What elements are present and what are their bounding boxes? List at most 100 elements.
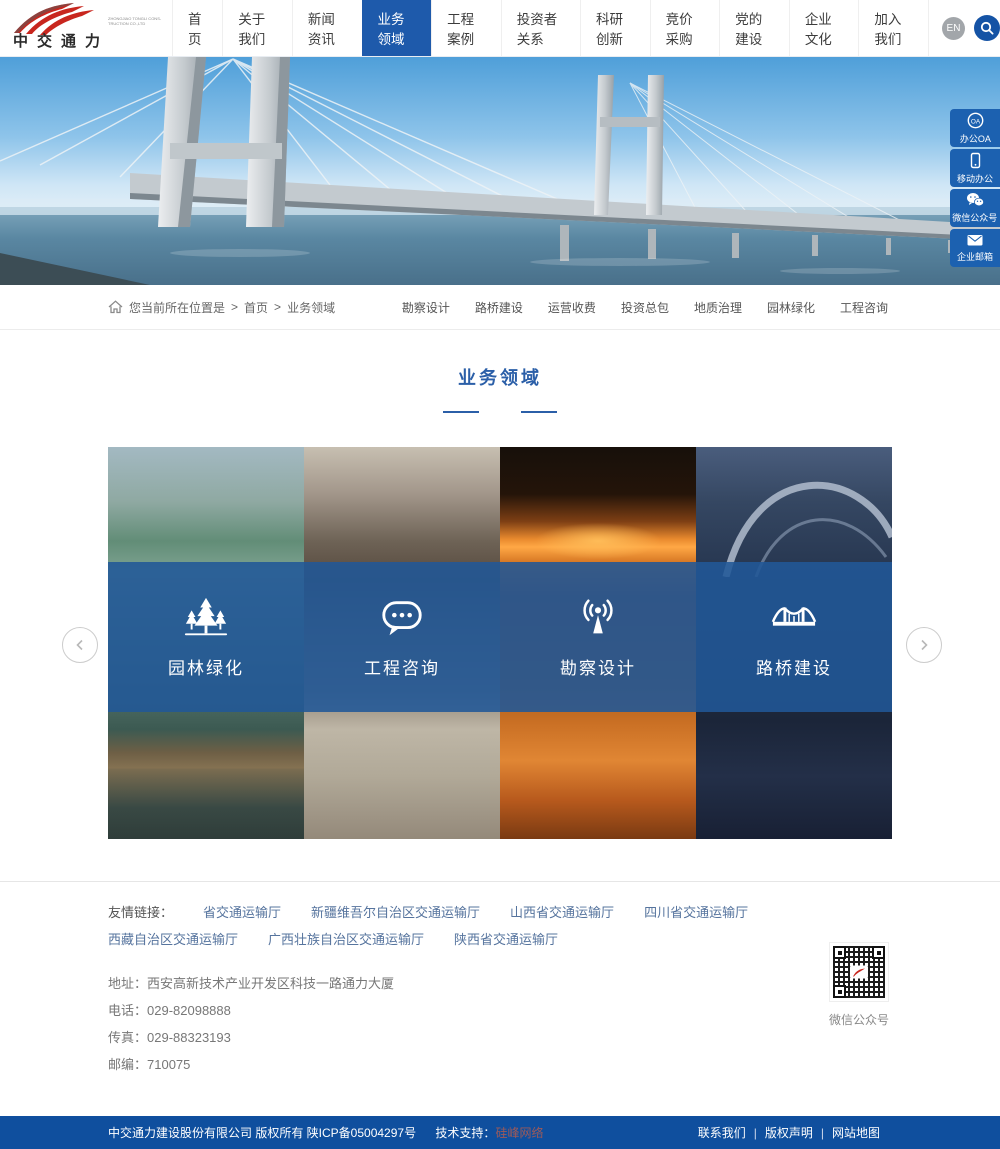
carousel-prev-button[interactable] (62, 627, 98, 663)
card-label: 勘察设计 (560, 654, 636, 679)
card-overlay-band: 园林绿化 工程咨询 勘察设计 (108, 562, 892, 712)
logo-subtext: ZHONGJIAO TONGLI CONS- TRUCTION CO.,LTD (108, 16, 172, 26)
mail-icon (966, 233, 984, 247)
oa-icon: OA (967, 112, 984, 129)
quicklink-label: 企业邮箱 (957, 249, 993, 262)
copyright-text: 中交通力建设股份有限公司 版权所有 陕ICP备05004297号 (108, 1126, 416, 1140)
qr-center-logo (850, 966, 868, 979)
breadcrumb: 您当前所在位置是 > 首页 > 业务领域 (108, 299, 335, 316)
nav-item-culture[interactable]: 企业文化 (789, 0, 859, 56)
subnav-consulting[interactable]: 工程咨询 (840, 299, 888, 316)
signal-icon (575, 595, 621, 641)
breadcrumb-current-link[interactable]: 业务领域 (287, 299, 335, 316)
carousel-next-button[interactable] (906, 627, 942, 663)
top-navigation-bar: ZHONGJIAO TONGLI CONS- TRUCTION CO.,LTD … (0, 0, 1000, 57)
breadcrumb-home-link[interactable]: 首页 (244, 299, 268, 316)
card-survey[interactable]: 勘察设计 (500, 562, 696, 712)
svg-text:OA: OA (970, 118, 980, 125)
copyright-area: 中交通力建设股份有限公司 版权所有 陕ICP备05004297号 技术支持：硅峰… (108, 1124, 543, 1141)
quicklink-label: 办公OA (959, 131, 990, 144)
wechat-icon (966, 192, 984, 208)
card-label: 园林绿化 (168, 654, 244, 679)
bottom-link-copyright-notice[interactable]: 版权声明 (765, 1126, 813, 1140)
main-navigation: 首页 关于我们 新闻资讯 业务领域 工程案例 投资者关系 科研创新 竞价采购 党… (172, 0, 929, 56)
bottom-link-divider: | (754, 1126, 757, 1140)
business-carousel: 园林绿化 工程咨询 勘察设计 (0, 447, 1000, 839)
hero-banner: OA 办公OA 移动办公 微信公众号 (0, 57, 1000, 285)
bottom-links: 联系我们 | 版权声明 | 网站地图 (698, 1124, 880, 1141)
qr-caption: 微信公众号 (822, 1011, 896, 1028)
main-content: 业务领域 (0, 330, 1000, 839)
card-label: 工程咨询 (364, 654, 440, 679)
breadcrumb-separator: > (231, 300, 238, 314)
subnav-road-bridge[interactable]: 路桥建设 (475, 299, 523, 316)
bridge-icon (771, 595, 817, 641)
nav-item-about[interactable]: 关于我们 (222, 0, 292, 56)
footer-link[interactable]: 广西壮族自治区交通运输厅 (268, 929, 424, 948)
home-icon (108, 300, 123, 314)
nav-item-join[interactable]: 加入我们 (858, 0, 929, 56)
nav-item-bidding[interactable]: 竞价采购 (650, 0, 720, 56)
nav-item-business[interactable]: 业务领域 (362, 0, 432, 56)
nav-utility: EN (942, 0, 1000, 56)
company-phone: 电话：029-82098888 (108, 997, 892, 1024)
nav-item-projects[interactable]: 工程案例 (431, 0, 501, 56)
nav-item-party[interactable]: 党的建设 (719, 0, 789, 56)
subnav-landscaping[interactable]: 园林绿化 (767, 299, 815, 316)
wechat-qr-code (829, 942, 889, 1002)
company-address: 地址：西安高新技术产业开发区科技一路通力大厦 (108, 970, 892, 997)
chevron-right-icon (918, 639, 930, 651)
page-title: 业务领域 (0, 364, 1000, 390)
quicklink-office-oa[interactable]: OA 办公OA (950, 109, 1000, 147)
footer-link[interactable]: 省交通运输厅 (203, 902, 281, 921)
bottom-link-divider: | (821, 1126, 824, 1140)
quicklink-label: 移动办公 (957, 171, 993, 184)
language-toggle-button[interactable]: EN (942, 17, 965, 40)
footer: 友情链接： 省交通运输厅 新疆维吾尔自治区交通运输厅 山西省交通运输厅 四川省交… (0, 881, 1000, 1116)
quicklink-label: 微信公众号 (952, 210, 997, 223)
quicklink-email[interactable]: 企业邮箱 (950, 229, 1000, 267)
breadcrumb-prefix: 您当前所在位置是 (129, 299, 225, 316)
friendly-links-label: 友情链接： (108, 902, 173, 921)
card-label: 路桥建设 (756, 654, 832, 679)
bottom-link-sitemap[interactable]: 网站地图 (832, 1126, 880, 1140)
nav-item-home[interactable]: 首页 (172, 0, 222, 56)
footer-link[interactable]: 四川省交通运输厅 (644, 902, 748, 921)
quicklink-wechat[interactable]: 微信公众号 (950, 189, 1000, 227)
company-logo[interactable]: ZHONGJIAO TONGLI CONS- TRUCTION CO.,LTD … (0, 0, 172, 56)
footer-link[interactable]: 陕西省交通运输厅 (454, 929, 558, 948)
subnav-operation-toll[interactable]: 运营收费 (548, 299, 596, 316)
contact-info: 地址：西安高新技术产业开发区科技一路通力大厦 电话：029-82098888 传… (108, 970, 892, 1078)
card-consulting[interactable]: 工程咨询 (304, 562, 500, 712)
nav-item-investor[interactable]: 投资者关系 (501, 0, 580, 56)
quicklink-mobile-office[interactable]: 移动办公 (950, 149, 1000, 187)
subnav-survey-design[interactable]: 勘察设计 (402, 299, 450, 316)
wechat-qr-block: 微信公众号 (822, 942, 896, 1028)
footer-link[interactable]: 山西省交通运输厅 (510, 902, 614, 921)
search-button[interactable] (974, 15, 1000, 41)
subnav-investment-epc[interactable]: 投资总包 (621, 299, 669, 316)
business-subnav: 勘察设计 路桥建设 运营收费 投资总包 地质治理 园林绿化 工程咨询 (402, 299, 888, 316)
logo-company-name: 中交通力 (13, 30, 109, 51)
tech-support-link[interactable]: 硅峰网络 (495, 1126, 543, 1140)
footer-link[interactable]: 西藏自治区交通运输厅 (108, 929, 238, 948)
card-landscaping[interactable]: 园林绿化 (108, 562, 304, 712)
card-bridge[interactable]: 路桥建设 (696, 562, 892, 712)
company-fax: 传真：029-88323193 (108, 1024, 892, 1051)
bottom-link-contact[interactable]: 联系我们 (698, 1126, 746, 1140)
footer-link[interactable]: 新疆维吾尔自治区交通运输厅 (311, 902, 480, 921)
chevron-left-icon (74, 639, 86, 651)
breadcrumb-separator: > (274, 300, 281, 314)
nav-item-research[interactable]: 科研创新 (580, 0, 650, 56)
nav-item-news[interactable]: 新闻资讯 (292, 0, 362, 56)
friendly-links-row: 友情链接： 省交通运输厅 新疆维吾尔自治区交通运输厅 山西省交通运输厅 四川省交… (108, 902, 892, 948)
bridge-photo (0, 57, 1000, 285)
bridge-arch-decoration (696, 447, 892, 577)
title-underline-decoration (0, 403, 1000, 421)
mobile-icon (967, 152, 984, 169)
breadcrumb-bar: 您当前所在位置是 > 首页 > 业务领域 勘察设计 路桥建设 运营收费 投资总包… (0, 285, 1000, 330)
search-icon (980, 21, 994, 35)
tech-support-label: 技术支持： (435, 1126, 495, 1140)
subnav-geology[interactable]: 地质治理 (694, 299, 742, 316)
tech-support: 技术支持：硅峰网络 (435, 1126, 543, 1140)
